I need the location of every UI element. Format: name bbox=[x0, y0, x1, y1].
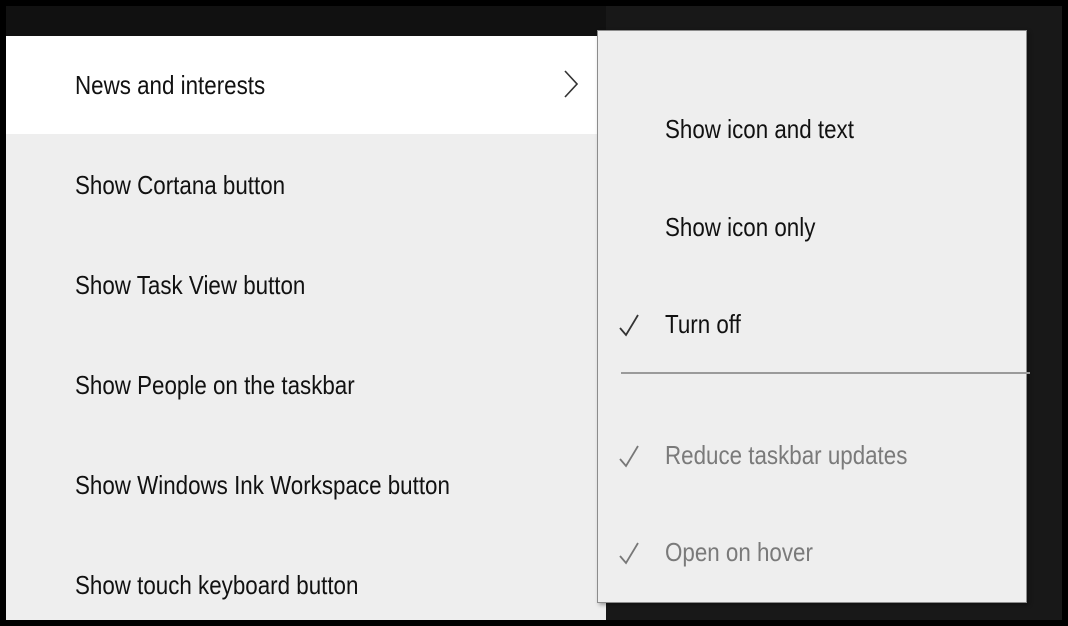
submenu-item-label: Reduce taskbar updates bbox=[665, 440, 908, 470]
submenu-divider bbox=[621, 372, 1030, 374]
checkmark-icon bbox=[619, 314, 639, 337]
submenu-item-label: Show icon only bbox=[665, 212, 816, 242]
menu-item-label: News and interests bbox=[75, 69, 266, 100]
submenu-item-show-icon-only[interactable]: Show icon only bbox=[598, 184, 1026, 280]
submenu-item-turn-off[interactable]: Turn off bbox=[598, 281, 1026, 377]
submenu-item-open-on-hover: Open on hover bbox=[598, 509, 1026, 605]
checkmark-icon bbox=[619, 445, 639, 468]
menu-item-show-windows-ink-workspace-button[interactable]: Show Windows Ink Workspace button bbox=[6, 436, 606, 534]
screenshot-frame: News and interests Show Cortana button S… bbox=[6, 6, 1062, 620]
submenu-item-label: Turn off bbox=[665, 309, 741, 339]
menu-item-label: Show Task View button bbox=[75, 269, 306, 300]
news-and-interests-submenu: Show icon and text Show icon only Turn o… bbox=[597, 30, 1030, 605]
menu-item-label: Show touch keyboard button bbox=[75, 569, 359, 600]
menu-item-show-touch-keyboard-button[interactable]: Show touch keyboard button bbox=[6, 536, 606, 620]
submenu-item-label: Show icon and text bbox=[665, 114, 854, 144]
submenu-item-reduce-taskbar-updates: Reduce taskbar updates bbox=[598, 412, 1026, 508]
menu-item-label: Show Windows Ink Workspace button bbox=[75, 469, 450, 500]
taskbar-context-menu: News and interests Show Cortana button S… bbox=[6, 36, 606, 620]
menu-item-show-task-view-button[interactable]: Show Task View button bbox=[6, 236, 606, 334]
menu-item-label: Show People on the taskbar bbox=[75, 369, 355, 400]
submenu-item-show-icon-and-text[interactable]: Show icon and text bbox=[598, 86, 1026, 182]
menu-item-news-and-interests[interactable]: News and interests bbox=[6, 36, 606, 134]
menu-item-label: Show Cortana button bbox=[75, 169, 286, 200]
menu-item-show-cortana-button[interactable]: Show Cortana button bbox=[6, 136, 606, 234]
chevron-right-icon bbox=[564, 70, 578, 98]
submenu-item-label: Open on hover bbox=[665, 537, 813, 567]
menu-item-show-people-on-taskbar[interactable]: Show People on the taskbar bbox=[6, 336, 606, 434]
checkmark-icon bbox=[619, 542, 639, 565]
